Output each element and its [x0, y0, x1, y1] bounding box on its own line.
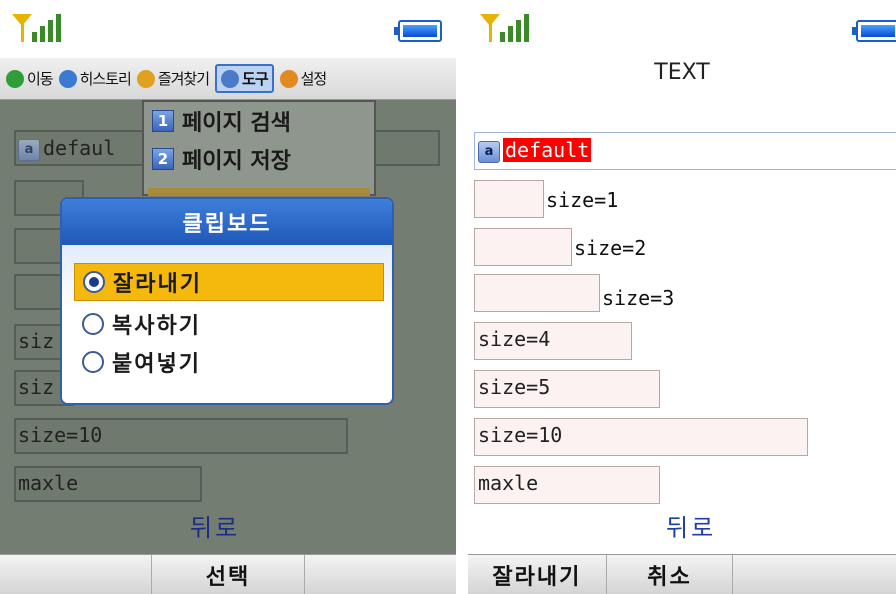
size10-input[interactable]: size=10	[474, 418, 808, 456]
clipboard-dialog: 클립보드 잘라내기 복사하기 붙여넣기	[60, 197, 394, 405]
input-mode-icon: a	[18, 138, 40, 161]
menu-item-history[interactable]: 히스토리	[58, 68, 132, 89]
size4-input[interactable]: size=4	[474, 322, 632, 360]
menu-item-label: 이동	[27, 70, 54, 88]
move-icon	[6, 69, 24, 88]
history-icon	[58, 69, 77, 88]
softkey-cancel[interactable]: 취소	[607, 555, 734, 594]
maxlength-input[interactable]: maxle	[474, 466, 660, 504]
size3-label: size=3	[602, 286, 675, 310]
battery-icon	[852, 20, 896, 42]
menu-item-label: 즐겨찾기	[157, 70, 210, 88]
screen-divider	[456, 0, 468, 594]
signal-icon	[12, 14, 61, 42]
maxlength-input[interactable]: maxle	[14, 466, 202, 502]
tools-icon	[221, 69, 240, 88]
softkey-left[interactable]	[0, 555, 153, 594]
page-title: TEXT	[654, 60, 710, 85]
option-cut[interactable]: 잘라내기	[74, 263, 384, 301]
menu-option-page-search[interactable]: 1 페이지 검색	[144, 102, 374, 140]
size2-label: size=2	[574, 236, 647, 260]
left-phone-screen: 이동 히스토리 즐겨찾기 도구 설정 a defaul siz siz size=…	[0, 0, 456, 594]
battery-icon	[394, 20, 442, 42]
menu-option-page-save[interactable]: 2 페이지 저장	[144, 140, 374, 178]
text-input[interactable]: a default	[474, 132, 896, 170]
size1-label: size=1	[546, 188, 619, 212]
menu-item-label: 히스토리	[79, 70, 132, 88]
menu-item-settings[interactable]: 설정	[279, 68, 328, 89]
size5-input[interactable]: size=5	[474, 370, 660, 408]
dialog-body: 잘라내기 복사하기 붙여넣기	[62, 245, 392, 403]
menu-item-tools[interactable]: 도구	[215, 64, 274, 93]
radio-icon	[83, 271, 105, 293]
size1-input[interactable]	[474, 180, 544, 218]
back-link[interactable]: 뒤로	[666, 508, 716, 543]
size3-input[interactable]	[474, 274, 600, 312]
bookmark-icon	[136, 69, 155, 88]
radio-icon	[82, 351, 104, 373]
back-link[interactable]: 뒤로	[190, 508, 240, 543]
softkey-select[interactable]: 선택	[152, 555, 305, 594]
status-bar	[468, 0, 896, 58]
status-bar	[0, 0, 456, 58]
size10-input[interactable]: size=10	[14, 418, 348, 454]
menu-item-bookmarks[interactable]: 즐겨찾기	[136, 68, 210, 89]
tools-dropdown-menu: 1 페이지 검색 2 페이지 저장	[142, 100, 376, 196]
dialog-title: 클립보드	[62, 199, 392, 245]
browser-menubar: 이동 히스토리 즐겨찾기 도구 설정	[0, 58, 456, 100]
selected-text: default	[503, 138, 592, 162]
softkey-bar: 선택	[0, 554, 456, 594]
settings-icon	[279, 69, 298, 88]
softkey-right[interactable]	[733, 555, 896, 594]
softkey-bar: 잘라내기 취소	[468, 554, 896, 594]
signal-icon	[480, 14, 529, 42]
right-phone-screen: TEXT a default size=1 size=2 size=3 size=…	[468, 0, 896, 594]
softkey-right[interactable]	[305, 555, 456, 594]
option-paste[interactable]: 붙여넣기	[74, 343, 384, 381]
radio-icon	[82, 313, 104, 335]
number-2-icon: 2	[152, 148, 174, 170]
menu-item-label: 설정	[300, 70, 328, 88]
input-mode-icon: a	[478, 140, 500, 163]
softkey-cut[interactable]: 잘라내기	[468, 555, 607, 594]
size2-input[interactable]	[474, 228, 572, 266]
menu-item-move[interactable]: 이동	[6, 68, 54, 89]
option-copy[interactable]: 복사하기	[74, 305, 384, 343]
number-1-icon: 1	[152, 110, 174, 132]
menu-item-label: 도구	[242, 70, 269, 88]
menu-option-clipboard[interactable]	[148, 188, 370, 196]
